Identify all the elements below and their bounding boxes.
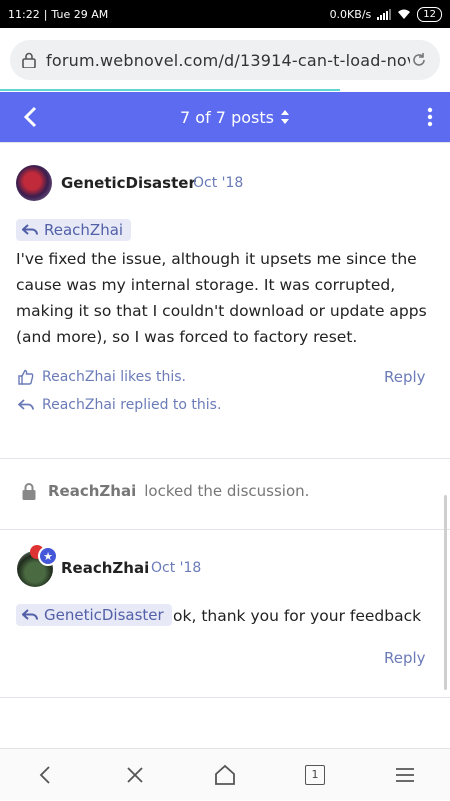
status-separator: |	[44, 8, 48, 21]
likes-row[interactable]: ReachZhai likes this.	[18, 369, 186, 385]
avatar[interactable]	[16, 165, 52, 201]
reply-button[interactable]: Reply	[384, 368, 426, 386]
status-date: Tue 29 AM	[51, 8, 108, 21]
forum-header: 7 of 7 posts	[0, 92, 450, 142]
browser-bottom-nav: 1	[0, 748, 450, 800]
signal-icon	[377, 9, 391, 20]
divider	[0, 458, 450, 459]
tabs-button[interactable]: 1	[285, 749, 345, 801]
post-date[interactable]: Oct '18	[193, 175, 243, 191]
reply-mention[interactable]: ReachZhai	[16, 219, 131, 241]
post-date[interactable]: Oct '18	[151, 560, 201, 576]
reply-arrow-icon	[22, 609, 38, 621]
divider	[0, 697, 450, 698]
thumbs-up-icon	[18, 369, 34, 385]
close-icon	[126, 766, 144, 784]
menu-button[interactable]	[375, 749, 435, 801]
post-author[interactable]: ReachZhai	[61, 559, 149, 577]
home-button[interactable]	[195, 749, 255, 801]
reply-button[interactable]: Reply	[384, 649, 426, 667]
more-vertical-icon	[427, 107, 433, 127]
browser-toolbar: forum.webnovel.com/d/13914-can-t-load-no…	[0, 28, 450, 90]
tab-count: 1	[305, 765, 325, 785]
reply-arrow-icon	[22, 224, 38, 236]
reply-arrow-icon	[18, 399, 34, 411]
page-load-progress	[0, 89, 340, 91]
address-bar[interactable]: forum.webnovel.com/d/13914-can-t-load-no…	[10, 40, 440, 80]
mention-username: GeneticDisaster	[44, 606, 164, 624]
post-body: I've fixed the issue, although it upsets…	[16, 246, 436, 350]
menu-icon	[395, 767, 415, 783]
star-badge-icon: ★	[38, 546, 58, 566]
scrollbar[interactable]	[444, 495, 447, 690]
more-options-button[interactable]	[410, 92, 450, 142]
likes-text: ReachZhai likes this.	[42, 369, 186, 385]
replied-text: ReachZhai replied to this.	[42, 397, 221, 413]
status-time: 11:22	[8, 8, 40, 21]
event-action: locked the discussion.	[144, 482, 309, 500]
back-button[interactable]	[0, 92, 60, 142]
lock-icon	[22, 483, 36, 500]
event-username[interactable]: ReachZhai	[48, 482, 136, 500]
reload-icon[interactable]	[410, 51, 428, 69]
url-text: forum.webnovel.com/d/13914-can-t-load-no…	[46, 51, 410, 70]
status-bar: 11:22 | Tue 29 AM 0.0KB/s 12	[0, 0, 450, 28]
wifi-icon	[397, 9, 411, 20]
home-icon	[214, 764, 236, 786]
reply-mention[interactable]: GeneticDisaster	[16, 604, 172, 626]
post-position: 7 of 7 posts	[180, 108, 274, 127]
divider	[0, 529, 450, 530]
close-button[interactable]	[105, 749, 165, 801]
chevron-left-icon	[39, 765, 51, 785]
post-author[interactable]: GeneticDisaster	[61, 174, 196, 192]
post-scrubber[interactable]: 7 of 7 posts	[60, 108, 410, 127]
replied-row[interactable]: ReachZhai replied to this.	[18, 397, 221, 413]
post-body: ok, thank you for your feedback	[173, 603, 421, 629]
header-shadow	[0, 142, 450, 143]
sort-arrows-icon	[280, 109, 290, 125]
discussion-locked-event: ReachZhai locked the discussion.	[22, 482, 309, 500]
chevron-left-icon	[23, 106, 37, 128]
network-speed: 0.0KB/s	[330, 8, 372, 21]
lock-icon	[22, 52, 36, 68]
battery-indicator: 12	[417, 7, 442, 22]
browser-back-button[interactable]	[15, 749, 75, 801]
mention-username: ReachZhai	[44, 221, 123, 239]
